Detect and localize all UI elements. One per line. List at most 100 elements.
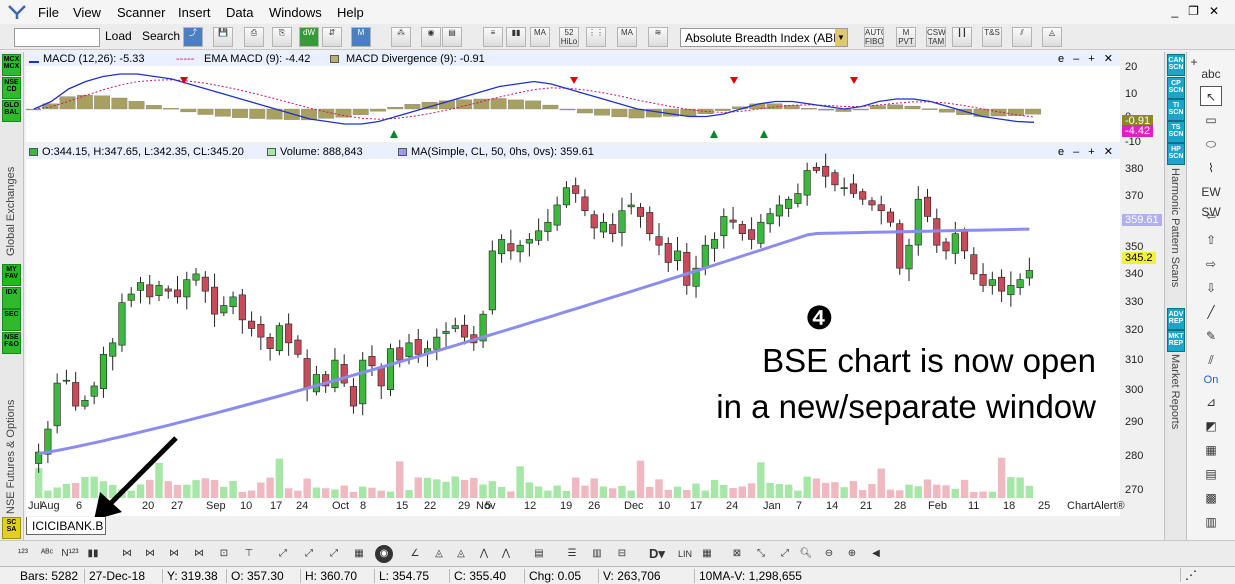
chart-style-icon[interactable]: ⤴ [183, 27, 203, 47]
crosshair-toggle-icon[interactable]: ⊠ [728, 545, 746, 563]
ellipse-icon[interactable]: ⬭ [1200, 134, 1222, 154]
market-reports-label[interactable]: Market Reports [1169, 354, 1181, 434]
arrow-right-icon[interactable]: ⇨ [1200, 254, 1222, 274]
my-fav-button[interactable]: MY FAV [2, 264, 21, 286]
nse-futures-options-label[interactable]: NSE Futures & Options [5, 358, 17, 514]
time-icon[interactable]: ⊤ [240, 545, 258, 563]
wave-n123-icon[interactable]: N¹²³ [61, 545, 79, 563]
arrow-left-icon[interactable]: ⇦ [1200, 206, 1222, 226]
zoom-bars-icon[interactable]: ⊟ [613, 545, 631, 563]
on-toggle[interactable]: On [1200, 370, 1222, 390]
ti-scan-button[interactable]: TI SCN [1167, 99, 1185, 121]
menu-data[interactable]: Data [226, 5, 253, 20]
bar-type-icon[interactable]: ▮▮ [506, 27, 526, 47]
pattern-icon[interactable]: ⁂ [391, 27, 411, 47]
pattern-abc-icon[interactable]: ⋀ [475, 545, 493, 563]
fan-icon-3[interactable]: ⤢ [325, 545, 343, 563]
load-button[interactable]: Load [105, 29, 132, 43]
ma-scan-icon[interactable]: MA [617, 27, 637, 47]
symbol-tab[interactable]: ICICIBANK.B [26, 517, 106, 535]
channel-icon[interactable]: ⫽ [1200, 350, 1222, 370]
pivot-icon[interactable]: M PVT [896, 27, 916, 47]
grid-red-icon[interactable]: ▥ [1200, 512, 1222, 532]
linear-scale-icon[interactable]: LIN [676, 545, 694, 563]
zoom-in-icon[interactable]: ⊕ [843, 545, 861, 563]
menu-file[interactable]: File [38, 5, 59, 20]
abc-text-tool[interactable]: abc [1200, 64, 1222, 84]
print-preview-icon[interactable]: ⎘ [272, 27, 292, 47]
harmonic-icon[interactable]: ◬ [1042, 27, 1062, 47]
ts-icon[interactable]: T&S [982, 27, 1002, 47]
autoscale-icon[interactable]: ⤢ [776, 545, 794, 563]
table-icon[interactable]: ▤ [1200, 464, 1222, 484]
wave-123-icon[interactable]: ¹²³ [14, 545, 32, 563]
chevron-down-icon[interactable]: ▼ [835, 29, 847, 46]
panel-controls[interactable]: e – + ✕ [1058, 52, 1116, 65]
bars-icon[interactable]: ▥ [588, 545, 606, 563]
arrow-down-icon[interactable]: ⇩ [1200, 278, 1222, 298]
global-exchanges-label[interactable]: Global Exchanges [5, 126, 17, 256]
grid-colored-icon[interactable]: ▩ [1200, 488, 1222, 508]
scale-fit-icon[interactable]: ⤡ [752, 545, 770, 563]
scroll-left-icon[interactable]: ◀ [867, 545, 885, 563]
idx-button[interactable]: IDX [2, 287, 21, 309]
nse-fo-button[interactable]: NSE F&O [2, 332, 21, 354]
record-icon[interactable]: ◉ [375, 545, 393, 563]
candles-icon[interactable]: ┃┃ [952, 27, 972, 47]
restore-icon[interactable]: ❐ [1188, 4, 1209, 18]
can-scan-button[interactable]: CAN SCN [1167, 54, 1185, 76]
sec-button[interactable]: SEC [2, 309, 21, 331]
grid-fan-icon[interactable]: ▦ [350, 545, 368, 563]
list-icon[interactable]: ☰ [563, 545, 581, 563]
menu-insert[interactable]: Insert [178, 5, 211, 20]
draw-mode-dropdown[interactable]: D▾ [648, 545, 666, 563]
camarilla-icon[interactable]: CSW TAM [926, 27, 946, 47]
wave-abc-icon[interactable]: ᴬᴮᶜ [38, 545, 56, 563]
crosshair-icon[interactable]: + [1188, 52, 1200, 72]
minimize-icon[interactable]: _ [1171, 4, 1188, 18]
wave-tool-icon[interactable]: ⌇ [1200, 158, 1222, 178]
dw-icon[interactable]: dW [299, 27, 319, 47]
indicator-select[interactable]: Absolute Breadth Index (ABI ▼ [680, 28, 848, 47]
resize-grip-icon[interactable]: ⋰ [1180, 568, 1197, 582]
print-icon[interactable]: ⎙ [244, 27, 264, 47]
fan-icon[interactable]: ⤢ [274, 545, 292, 563]
study-icon-3[interactable]: ⋈ [165, 545, 183, 563]
harmonic-pattern-scans-label[interactable]: Harmonic Pattern Scans [1169, 168, 1181, 298]
cp-scan-button[interactable]: CP SCN [1167, 77, 1185, 99]
study-icon-1[interactable]: ⋈ [118, 545, 136, 563]
angle-icon[interactable]: ∠ [406, 545, 424, 563]
zoom-icon[interactable]: 🔍︎ [797, 545, 815, 563]
period-icon[interactable]: ≡ [483, 27, 503, 47]
global-button[interactable]: GLO BAL [2, 100, 21, 122]
nse-cd-button[interactable]: NSE CD [2, 77, 21, 99]
menu-scanner[interactable]: Scanner [117, 5, 165, 20]
ew-sw-tool[interactable]: EW SW [1200, 182, 1222, 219]
gann-icon[interactable]: ◩ [1200, 416, 1222, 436]
52wk-icon[interactable]: 52 HiLo [559, 27, 579, 47]
sc-sa-button[interactable]: SC SA [2, 517, 21, 539]
mcx-button[interactable]: MCX MCX [2, 54, 21, 76]
auto-fibo-icon[interactable]: AUTO FIBO [864, 27, 884, 47]
line-tool-icon[interactable]: ╱ [1200, 302, 1222, 322]
triangle-icon[interactable]: ◬ [430, 545, 448, 563]
study-icon-4[interactable]: ⋈ [190, 545, 208, 563]
pattern-abcd-icon[interactable]: ⋀ [497, 545, 515, 563]
mark-icon[interactable]: ▮▮ [84, 545, 102, 563]
overlay-icon[interactable]: ≋ [648, 27, 668, 47]
globe-icon[interactable]: ◉ [421, 27, 441, 47]
sync-icon[interactable]: ⇵ [322, 27, 342, 47]
pointer-icon[interactable]: ↖ [1200, 86, 1222, 106]
close-icon[interactable]: ✕ [1209, 4, 1229, 18]
grid-icon[interactable]: ▦ [1200, 440, 1222, 460]
fan-icon-2[interactable]: ⤢ [300, 545, 318, 563]
rectangle-icon[interactable]: ▭ [1200, 110, 1222, 130]
save-icon[interactable]: 💾 [213, 27, 233, 47]
pencil-icon[interactable]: ✎ [1200, 326, 1222, 346]
ts-scan-button[interactable]: TS SCN [1167, 121, 1185, 143]
study-icon-2[interactable]: ⋈ [141, 545, 159, 563]
triangle-icon-2[interactable]: ◬ [452, 545, 470, 563]
menu-help[interactable]: Help [337, 5, 364, 20]
m-icon[interactable]: M [351, 27, 371, 47]
symbol-input[interactable] [14, 28, 100, 47]
